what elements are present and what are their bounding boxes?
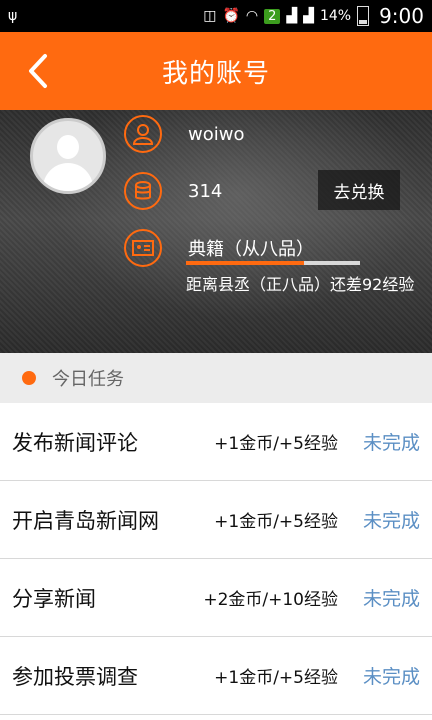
notification-badge: 2 (264, 8, 281, 24)
signal-2-icon: ▟ (303, 8, 314, 24)
next-rank-hint: 距离县丞（正八品）还差92经验 (186, 275, 415, 294)
username-row: woiwo (124, 115, 244, 153)
alarm-icon: ⏰ (222, 8, 240, 24)
task-item[interactable]: 分享新闻 +2金币/+10经验 未完成 (0, 559, 432, 637)
task-reward: +1金币/+5经验 (214, 668, 338, 688)
task-item[interactable]: 参加投票调查 +1金币/+5经验 未完成 (0, 637, 432, 715)
username: woiwo (188, 123, 245, 145)
wifi-icon: ◠ (245, 8, 259, 24)
dot-icon (22, 371, 36, 385)
task-item[interactable]: 发布新闻评论 +1金币/+5经验 未完成 (0, 403, 432, 481)
task-status[interactable]: 未完成 (354, 662, 420, 689)
title-bar: 我的账号 (0, 32, 432, 110)
exchange-button[interactable]: 去兑换 (318, 170, 400, 210)
task-name: 发布新闻评论 (12, 430, 138, 455)
vibrate-icon: ◫ (203, 8, 217, 24)
status-right: ◫ ⏰ ◠ 2 ▟ ▟ 14% 9:00 (203, 4, 424, 28)
task-status[interactable]: 未完成 (354, 506, 420, 533)
signal-icon: ▟ (286, 8, 298, 24)
task-reward: +2金币/+10经验 (203, 590, 338, 610)
battery-icon (357, 6, 370, 26)
task-name: 开启青岛新闻网 (12, 508, 159, 533)
id-card-icon (124, 229, 162, 267)
task-status[interactable]: 未完成 (354, 584, 420, 611)
task-reward: +1金币/+5经验 (214, 512, 338, 532)
coins-value: 314 (188, 180, 223, 202)
section-title: 今日任务 (52, 369, 124, 390)
rank-title: 典籍（从八品） (188, 239, 314, 260)
coins-icon (124, 172, 162, 210)
chevron-left-icon (29, 54, 47, 88)
task-status[interactable]: 未完成 (354, 428, 420, 455)
clock: 9:00 (379, 4, 424, 28)
coins-row: 314 (124, 172, 222, 210)
section-header: 今日任务 (0, 353, 432, 403)
avatar-head (57, 135, 79, 159)
user-icon (124, 115, 162, 153)
avatar-shoulders (43, 163, 93, 191)
battery-percent: 14% (319, 8, 352, 24)
task-name: 分享新闻 (12, 586, 96, 611)
back-button[interactable] (18, 47, 58, 95)
task-list: 发布新闻评论 +1金币/+5经验 未完成 开启青岛新闻网 +1金币/+5经验 未… (0, 403, 432, 715)
task-item[interactable]: 开启青岛新闻网 +1金币/+5经验 未完成 (0, 481, 432, 559)
avatar[interactable] (30, 118, 106, 194)
status-bar: ψ ◫ ⏰ ◠ 2 ▟ ▟ 14% 9:00 (0, 0, 432, 32)
rank-progress-bar (186, 261, 360, 265)
page-title: 我的账号 (161, 58, 270, 89)
usb-icon: ψ (8, 8, 18, 24)
task-reward: +1金币/+5经验 (214, 434, 338, 454)
profile-panel: woiwo 314 去兑换 典籍（从八品） 距离县丞（正八品）还差92经验 (0, 110, 432, 353)
task-name: 参加投票调查 (12, 664, 138, 689)
status-left: ψ (8, 8, 17, 24)
rank-progress-fill (186, 261, 305, 265)
